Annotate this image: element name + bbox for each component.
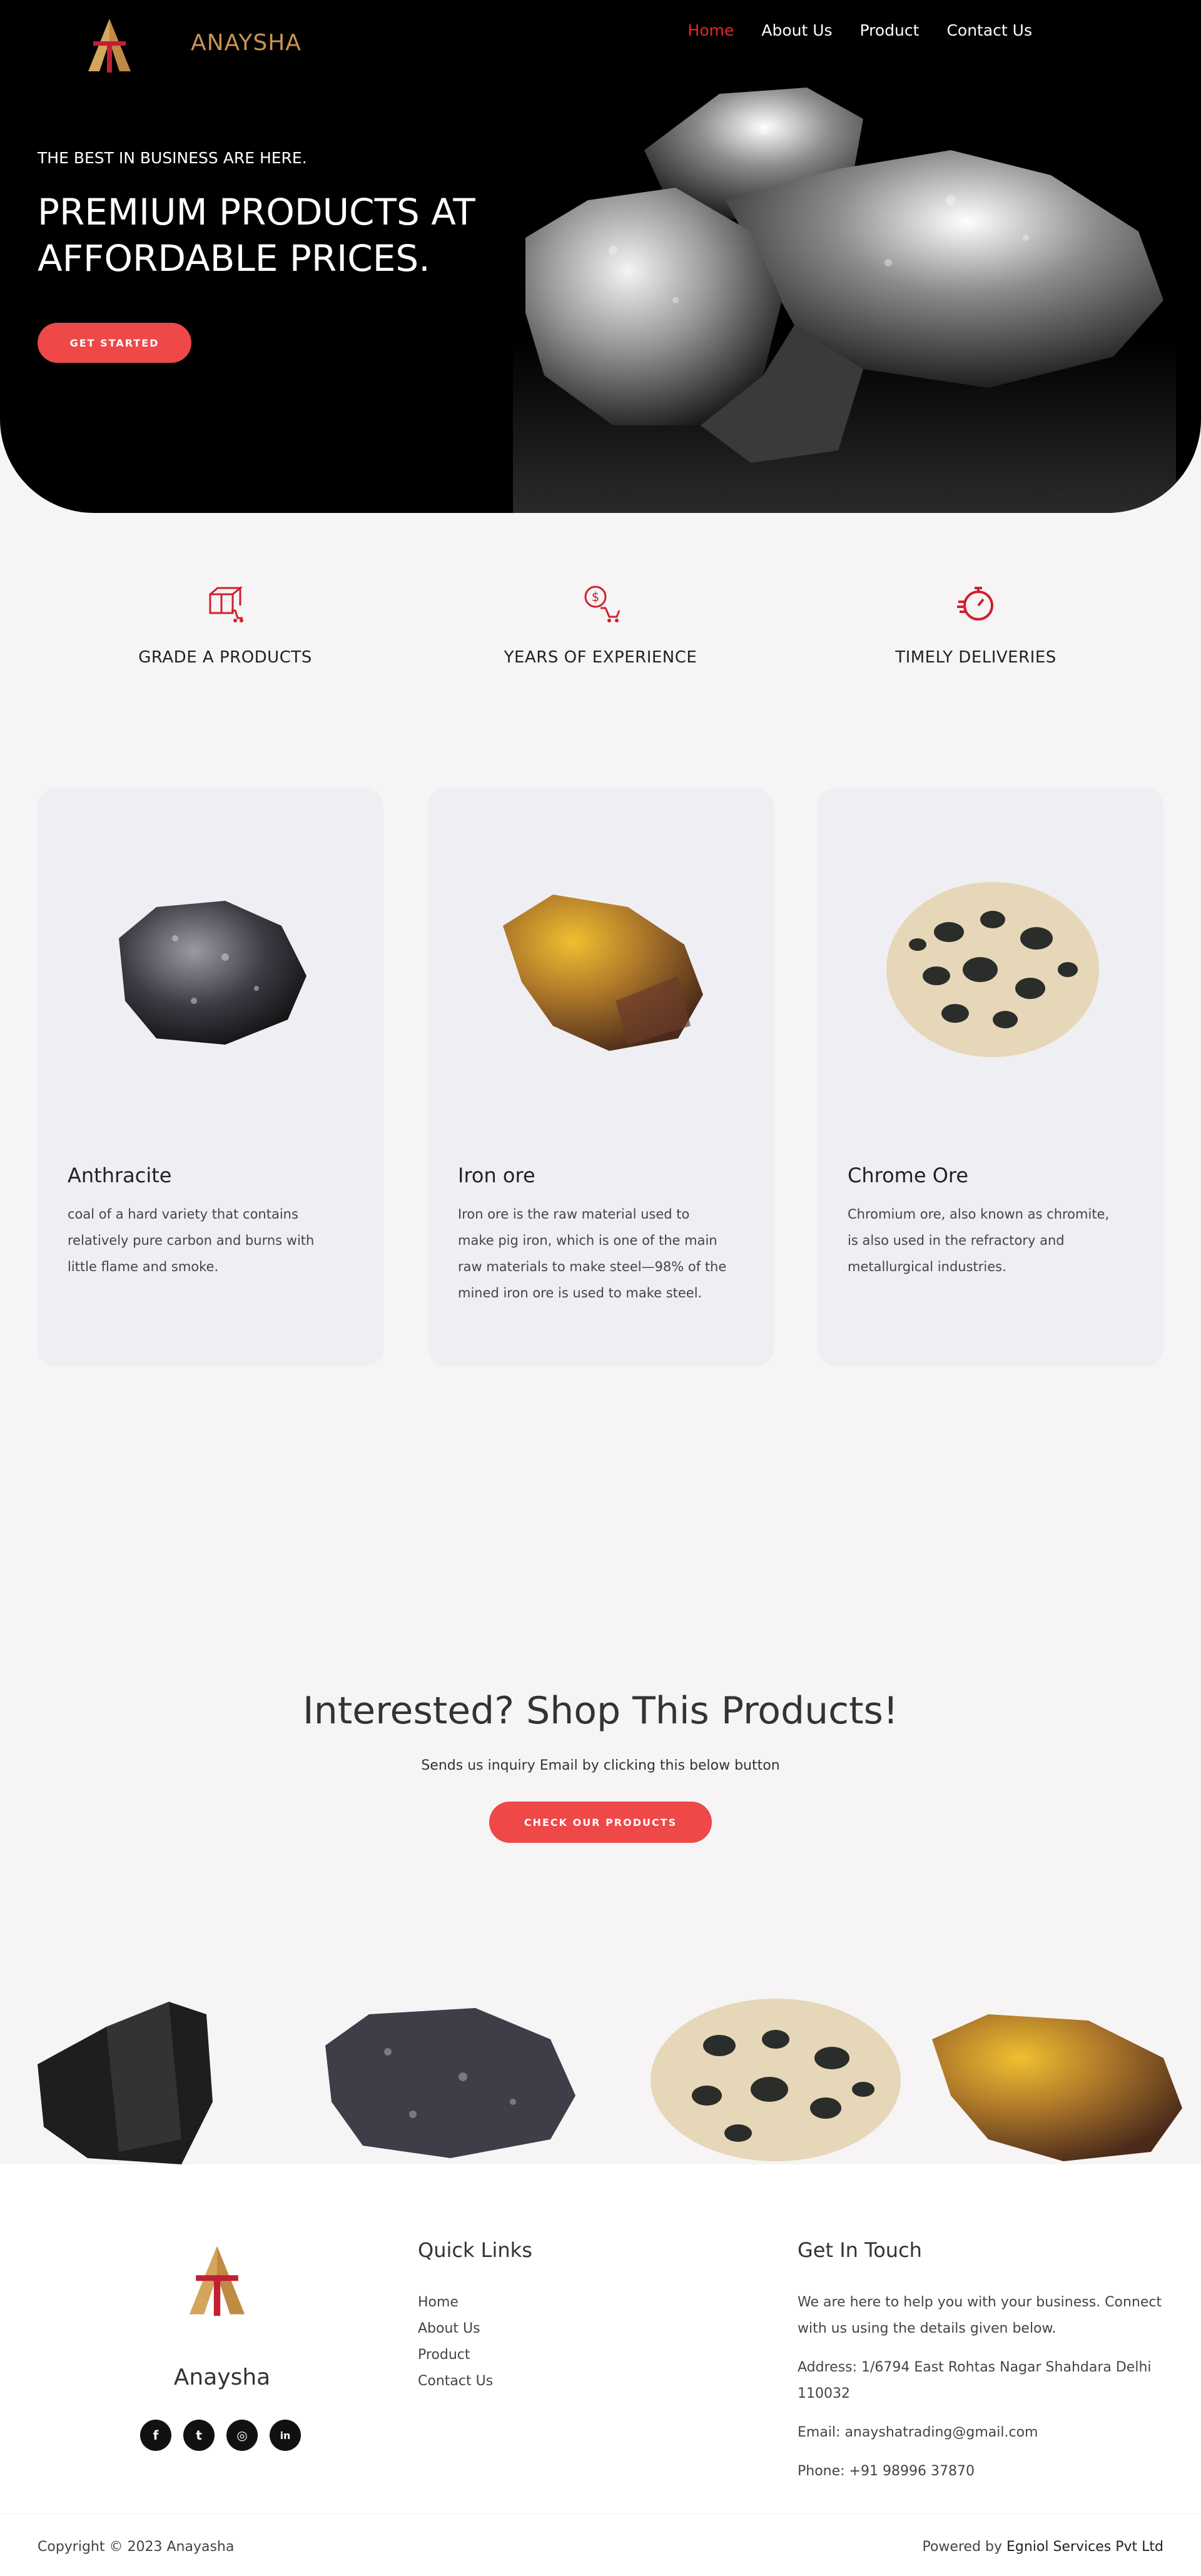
linkedin-icon[interactable]: in [270, 2420, 301, 2451]
features-section: GRADE A PRODUCTS $ YEARS OF EXPERIENCE T… [0, 513, 1201, 788]
inquiry-section: Interested? Shop This Products! Sends us… [0, 1551, 1201, 1902]
product-title: Anthracite [68, 1164, 172, 1187]
top-navigation: ANAYSHA Home About Us Product Contact Us [0, 0, 1201, 73]
product-card-anthracite[interactable]: Anthracite coal of a hard variety that c… [38, 788, 383, 1366]
footer-link-product[interactable]: Product [418, 2342, 493, 2368]
charcoal-image [38, 2002, 213, 2164]
inquiry-title: Interested? Shop This Products! [303, 1689, 898, 1733]
nav-item-about-us[interactable]: About Us [761, 21, 832, 39]
hero-headline: PREMIUM PRODUCTS AT AFFORDABLE PRICES. [38, 191, 475, 280]
footer-link-home[interactable]: Home [418, 2289, 493, 2316]
hero-mineral-image [513, 75, 1176, 513]
feature-label: GRADE A PRODUCTS [138, 648, 312, 667]
powered-prefix: Powered by [922, 2539, 1002, 2555]
footer-bottom-bar: Copyright © 2023 Anayasha Powered by Egn… [0, 2513, 1201, 2576]
product-description: Chromium ore, also known as chromite, is… [848, 1207, 1110, 1274]
contact-phone[interactable]: Phone: +91 98996 37870 [798, 2458, 1173, 2485]
contact-details: We are here to help you with your busine… [798, 2289, 1173, 2497]
nav-item-contact-us[interactable]: Contact Us [946, 21, 1032, 39]
quick-links: Home About Us Product Contact Us [418, 2289, 493, 2395]
contact-address: Address: 1/6794 East Rohtas Nagar Shahda… [798, 2360, 1152, 2401]
footer-link-about-us[interactable]: About Us [418, 2316, 493, 2342]
feature-label: TIMELY DELIVERIES [895, 648, 1057, 667]
contact-email[interactable]: Email: anayshatrading@gmail.com [798, 2420, 1173, 2446]
anthracite-gallery-image [325, 2008, 575, 2158]
chrome-ore-image [886, 882, 1099, 1057]
dollar-cart-icon: $ [584, 586, 621, 622]
feature-grade-a: GRADE A PRODUCTS [100, 583, 350, 667]
logo-icon[interactable] [84, 14, 134, 79]
svg-text:$: $ [592, 589, 600, 604]
feature-timely: TIMELY DELIVERIES [851, 583, 1101, 667]
product-title: Iron ore [458, 1164, 535, 1187]
get-in-touch-title: Get In Touch [798, 2238, 922, 2262]
site-footer: Anaysha f t ◎ in Quick Links Home About … [0, 2164, 1201, 2576]
anthracite-image [119, 901, 307, 1045]
instagram-icon[interactable]: ◎ [226, 2420, 258, 2451]
facebook-icon[interactable]: f [140, 2420, 171, 2451]
footer-logo-icon[interactable] [183, 2239, 251, 2323]
iron-ore-gallery-image [932, 2014, 1182, 2161]
get-started-button[interactable]: GET STARTED [38, 323, 191, 363]
product-title: Chrome Ore [848, 1164, 969, 1187]
powered-by: Powered by Egniol Services Pvt Ltd [922, 2539, 1163, 2555]
quick-links-title: Quick Links [418, 2238, 532, 2262]
contact-intro: We are here to help you with your busine… [798, 2295, 1162, 2336]
nav-item-home[interactable]: Home [688, 21, 734, 39]
powered-company-link[interactable]: Egniol Services Pvt Ltd [1006, 2539, 1163, 2555]
products-section: Anthracite coal of a hard variety that c… [0, 788, 1201, 1551]
product-description: Iron ore is the raw material used to mak… [458, 1207, 727, 1301]
social-links: f t ◎ in [140, 2420, 301, 2451]
product-card-chrome-ore[interactable]: Chrome Ore Chromium ore, also known as c… [818, 788, 1163, 1366]
nav-menu: Home About Us Product Contact Us [688, 21, 1032, 39]
copyright-text: Copyright © 2023 Anayasha [38, 2539, 235, 2555]
box-cart-icon [209, 586, 243, 622]
product-description: coal of a hard variety that contains rel… [68, 1207, 315, 1274]
hero-tagline: THE BEST IN BUSINESS ARE HERE. [38, 149, 307, 167]
product-gallery [0, 1902, 1201, 2164]
stopwatch-icon [957, 587, 993, 621]
footer-link-contact-us[interactable]: Contact Us [418, 2368, 493, 2395]
twitter-icon[interactable]: t [183, 2420, 215, 2451]
feature-label: YEARS OF EXPERIENCE [504, 648, 697, 667]
check-products-button[interactable]: CHECK OUR PRODUCTS [489, 1802, 712, 1843]
feature-experience: $ YEARS OF EXPERIENCE [475, 583, 726, 667]
chrome-ore-gallery-image [651, 1999, 901, 2161]
nav-item-product[interactable]: Product [860, 21, 920, 39]
footer-brand-name: Anaysha [173, 2365, 271, 2390]
inquiry-subtitle: Sends us inquiry Email by clicking this … [421, 1758, 780, 1773]
hero-section: ANAYSHA Home About Us Product Contact Us… [0, 0, 1201, 513]
iron-ore-image [503, 895, 703, 1051]
product-card-iron-ore[interactable]: Iron ore Iron ore is the raw material us… [428, 788, 774, 1366]
brand-name[interactable]: ANAYSHA [191, 30, 302, 56]
